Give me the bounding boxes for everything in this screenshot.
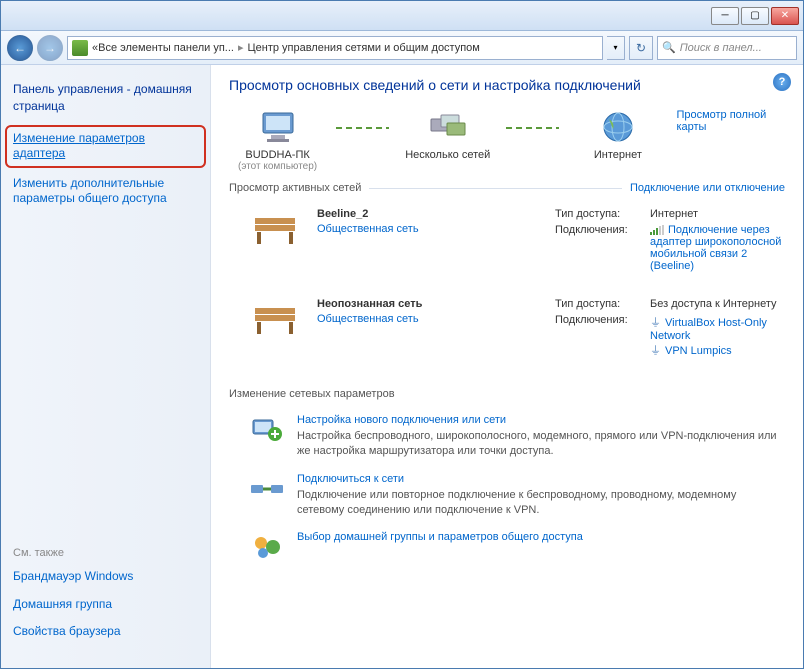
new-connection-icon bbox=[249, 414, 285, 444]
search-input[interactable]: 🔍 Поиск в панел... bbox=[657, 36, 797, 60]
computer-icon bbox=[257, 109, 299, 145]
control-panel-icon bbox=[72, 40, 88, 56]
task-homegroup: Выбор домашней группы и параметров общег… bbox=[229, 527, 785, 571]
task-link[interactable]: Настройка нового подключения или сети bbox=[297, 414, 506, 426]
connection-link[interactable]: VPN Lumpics bbox=[665, 345, 732, 357]
adapter-settings-link[interactable]: Изменение параметров адаптера bbox=[5, 125, 206, 168]
search-icon: 🔍 bbox=[662, 41, 676, 54]
map-this-pc[interactable]: BUDDHA-ПК (этот компьютер) bbox=[229, 109, 326, 172]
breadcrumb-seg2[interactable]: Центр управления сетями и общим доступом bbox=[247, 42, 479, 54]
titlebar: ─ ▢ ✕ bbox=[1, 1, 803, 31]
ethernet-icon: ⏚ bbox=[650, 345, 661, 357]
active-networks-header: Просмотр активных сетей Подключение или … bbox=[229, 182, 785, 194]
map-line bbox=[506, 127, 559, 129]
sharing-settings-link[interactable]: Изменить дополнительные параметры общего… bbox=[13, 176, 198, 207]
forward-button[interactable]: → bbox=[37, 35, 63, 61]
network-name: Неопознанная сеть bbox=[317, 298, 539, 310]
settings-heading: Изменение сетевых параметров bbox=[229, 388, 785, 400]
bench-icon bbox=[249, 208, 301, 248]
map-line bbox=[336, 127, 389, 129]
task-link[interactable]: Выбор домашней группы и параметров общег… bbox=[297, 531, 583, 543]
network-name: Beeline_2 bbox=[317, 208, 539, 220]
connect-icon bbox=[249, 473, 285, 503]
network-unknown: Неопознанная сеть Общественная сеть Тип … bbox=[229, 290, 785, 376]
breadcrumb-seg1[interactable]: Все элементы панели уп... bbox=[98, 42, 234, 54]
network-type-link[interactable]: Общественная сеть bbox=[317, 313, 539, 325]
map-internet[interactable]: Интернет bbox=[569, 109, 666, 161]
close-button[interactable]: ✕ bbox=[771, 7, 799, 25]
ethernet-icon: ⏚ bbox=[650, 317, 661, 329]
task-new-connection: Настройка нового подключения или сети На… bbox=[229, 410, 785, 469]
homegroup-icon bbox=[249, 531, 285, 561]
browser-props-link[interactable]: Свойства браузера bbox=[13, 624, 198, 640]
network-map: BUDDHA-ПК (этот компьютер) Несколько сет… bbox=[229, 109, 785, 172]
sidebar: Панель управления - домашняя страница Из… bbox=[1, 65, 211, 668]
firewall-link[interactable]: Брандмауэр Windows bbox=[13, 569, 198, 585]
bench-icon bbox=[249, 298, 301, 338]
task-link[interactable]: Подключиться к сети bbox=[297, 473, 404, 485]
signal-icon bbox=[650, 225, 664, 235]
globe-icon bbox=[597, 109, 639, 145]
connection-link[interactable]: Подключение через адаптер широкополосной… bbox=[650, 224, 785, 272]
content: Панель управления - домашняя страница Из… bbox=[1, 65, 803, 668]
network-center-window: ─ ▢ ✕ ← → « Все элементы панели уп... ▸ … bbox=[0, 0, 804, 669]
help-icon[interactable]: ? bbox=[773, 73, 791, 91]
see-also: См. также Брандмауэр Windows Домашняя гр… bbox=[13, 547, 198, 652]
full-map-link[interactable]: Просмотр полной карты bbox=[676, 109, 785, 133]
see-also-heading: См. также bbox=[13, 547, 198, 559]
task-connect: Подключиться к сети Подключение или повт… bbox=[229, 469, 785, 528]
networks-icon bbox=[427, 109, 469, 145]
homegroup-link[interactable]: Домашняя группа bbox=[13, 597, 198, 613]
network-beeline: Beeline_2 Общественная сеть Тип доступа:… bbox=[229, 200, 785, 290]
main-pane: ? Просмотр основных сведений о сети и на… bbox=[211, 65, 803, 668]
network-type-link[interactable]: Общественная сеть bbox=[317, 223, 539, 235]
control-panel-home-link[interactable]: Панель управления - домашняя страница bbox=[13, 81, 198, 115]
minimize-button[interactable]: ─ bbox=[711, 7, 739, 25]
page-title: Просмотр основных сведений о сети и наст… bbox=[229, 77, 785, 93]
map-networks[interactable]: Несколько сетей bbox=[399, 109, 496, 161]
address-bar[interactable]: « Все элементы панели уп... ▸ Центр упра… bbox=[67, 36, 603, 60]
back-button[interactable]: ← bbox=[7, 35, 33, 61]
address-dropdown[interactable]: ▾ bbox=[607, 36, 625, 60]
maximize-button[interactable]: ▢ bbox=[741, 7, 769, 25]
refresh-button[interactable]: ↻ bbox=[629, 36, 653, 60]
connect-disconnect-link[interactable]: Подключение или отключение bbox=[630, 182, 785, 194]
connection-link[interactable]: VirtualBox Host-Only Network bbox=[650, 317, 767, 342]
chevron-right-icon: ▸ bbox=[238, 41, 244, 54]
navbar: ← → « Все элементы панели уп... ▸ Центр … bbox=[1, 31, 803, 65]
